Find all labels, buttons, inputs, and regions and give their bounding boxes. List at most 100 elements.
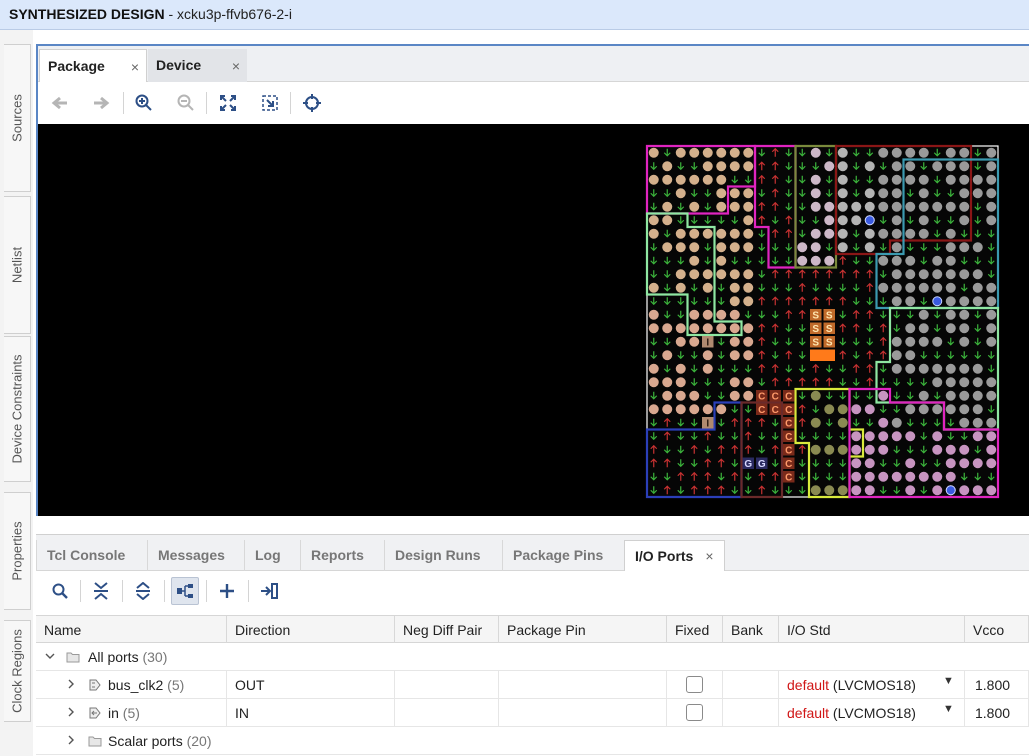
io-pin[interactable] <box>905 255 916 266</box>
io-pin[interactable] <box>986 147 997 158</box>
io-pin[interactable] <box>905 174 916 185</box>
io-pin[interactable] <box>689 174 700 185</box>
io-pin[interactable] <box>905 323 916 334</box>
io-pin[interactable] <box>932 404 943 415</box>
io-pin[interactable] <box>959 336 970 347</box>
io-pin[interactable] <box>810 201 821 212</box>
add-icon[interactable] <box>213 577 241 605</box>
io-pin[interactable] <box>864 228 875 239</box>
io-pin[interactable] <box>918 282 929 293</box>
io-pin[interactable] <box>675 269 686 280</box>
io-pin[interactable] <box>743 350 754 361</box>
io-pin[interactable] <box>986 282 997 293</box>
io-pin[interactable] <box>986 201 997 212</box>
fit-view-icon[interactable] <box>214 89 242 117</box>
search-icon[interactable] <box>46 577 74 605</box>
io-pin[interactable] <box>716 242 727 253</box>
io-pin[interactable] <box>905 282 916 293</box>
io-pin[interactable] <box>702 363 713 374</box>
io-pin[interactable] <box>716 147 727 158</box>
io-pin[interactable] <box>918 323 929 334</box>
io-pin[interactable] <box>878 147 889 158</box>
tab-package-pins[interactable]: Package Pins <box>502 540 613 571</box>
io-pin[interactable] <box>675 404 686 415</box>
io-pin[interactable] <box>702 228 713 239</box>
io-pin[interactable] <box>972 363 983 374</box>
chevron-down-icon[interactable] <box>45 651 55 661</box>
io-pin[interactable] <box>986 296 997 307</box>
io-pin[interactable] <box>932 282 943 293</box>
io-pin[interactable] <box>662 350 673 361</box>
io-pin[interactable] <box>648 228 659 239</box>
io-pin[interactable] <box>837 215 848 226</box>
io-pin[interactable] <box>932 269 943 280</box>
io-pin[interactable] <box>891 471 902 482</box>
tab-log[interactable]: Log <box>244 540 291 571</box>
io-pin[interactable] <box>905 350 916 361</box>
io-pin[interactable] <box>716 201 727 212</box>
io-pin[interactable] <box>945 377 956 388</box>
io-pin[interactable] <box>972 188 983 199</box>
io-pin[interactable] <box>716 228 727 239</box>
io-pin[interactable] <box>743 147 754 158</box>
io-pin[interactable] <box>986 336 997 347</box>
io-pin[interactable] <box>729 390 740 401</box>
io-pin[interactable] <box>648 377 659 388</box>
io-pin[interactable] <box>689 309 700 320</box>
io-pin[interactable] <box>648 309 659 320</box>
cell-package-pin[interactable] <box>499 671 667 699</box>
io-pin[interactable] <box>729 228 740 239</box>
cell-vcco[interactable]: 1.800 <box>965 671 1029 699</box>
io-pin[interactable] <box>662 390 673 401</box>
group-by-interface-icon[interactable] <box>171 577 199 605</box>
io-pin[interactable] <box>986 215 997 226</box>
io-pin[interactable] <box>743 323 754 334</box>
io-pin[interactable] <box>729 350 740 361</box>
io-pin[interactable] <box>810 417 821 428</box>
io-pin[interactable] <box>918 215 929 226</box>
io-pin[interactable] <box>905 201 916 212</box>
io-pin[interactable] <box>945 444 956 455</box>
io-pin[interactable] <box>972 377 983 388</box>
io-pin[interactable] <box>729 269 740 280</box>
io-pin[interactable] <box>959 417 970 428</box>
io-pin[interactable] <box>945 404 956 415</box>
io-pin[interactable] <box>972 458 983 469</box>
io-pin[interactable] <box>824 485 835 496</box>
io-pin[interactable] <box>945 458 956 469</box>
io-pin[interactable] <box>662 377 673 388</box>
io-pin[interactable] <box>878 390 889 401</box>
io-pin[interactable] <box>729 323 740 334</box>
io-pin[interactable] <box>945 363 956 374</box>
cell-vcco[interactable]: 1.800 <box>965 699 1029 727</box>
io-pin[interactable] <box>864 161 875 172</box>
side-tab-device-constraints[interactable]: Device Constraints <box>4 336 31 482</box>
io-pin[interactable] <box>891 417 902 428</box>
io-pin[interactable] <box>675 228 686 239</box>
io-pin[interactable] <box>851 215 862 226</box>
io-pin[interactable] <box>932 377 943 388</box>
io-pin[interactable] <box>743 228 754 239</box>
fixed-checkbox[interactable] <box>686 704 703 721</box>
io-pin[interactable] <box>972 485 983 496</box>
io-pin[interactable] <box>743 242 754 253</box>
io-pin[interactable] <box>864 188 875 199</box>
io-pin[interactable] <box>743 296 754 307</box>
io-pin[interactable] <box>864 431 875 442</box>
io-pin[interactable] <box>675 174 686 185</box>
io-pin[interactable] <box>743 188 754 199</box>
cell-package-pin[interactable] <box>499 699 667 727</box>
tab-design-runs[interactable]: Design Runs <box>384 540 491 571</box>
io-pin[interactable] <box>918 471 929 482</box>
io-pin[interactable] <box>864 458 875 469</box>
io-pin[interactable] <box>837 242 848 253</box>
io-pin[interactable] <box>824 228 835 239</box>
close-icon[interactable]: × <box>232 58 240 74</box>
io-pin[interactable] <box>972 242 983 253</box>
io-pin[interactable] <box>743 282 754 293</box>
io-pin[interactable] <box>932 363 943 374</box>
io-pin[interactable] <box>810 147 821 158</box>
io-pin[interactable] <box>689 255 700 266</box>
io-pin[interactable] <box>945 147 956 158</box>
io-pin[interactable] <box>837 201 848 212</box>
